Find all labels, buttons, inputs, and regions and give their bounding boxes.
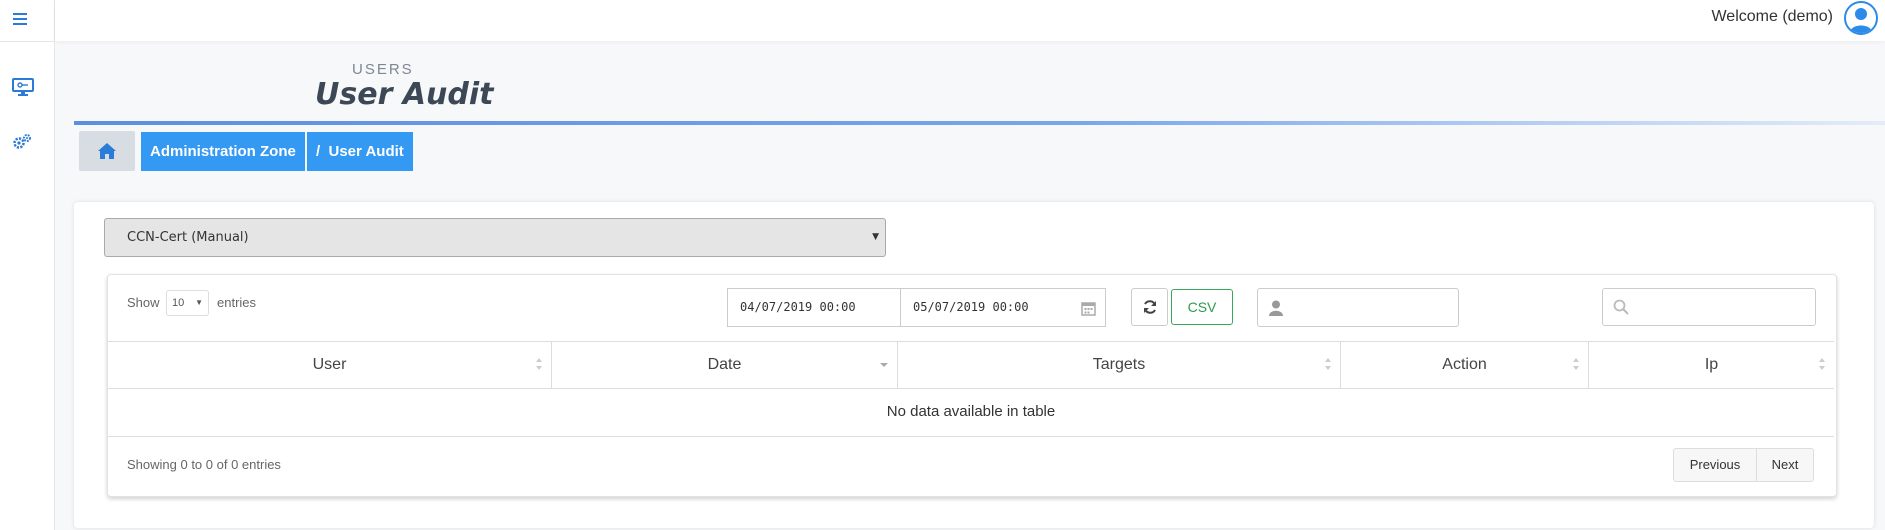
pagination: Previous Next: [1673, 448, 1814, 482]
home-icon: [98, 143, 116, 159]
refresh-button[interactable]: [1131, 288, 1168, 326]
sort-icon: [1573, 358, 1579, 370]
csv-export-button[interactable]: CSV: [1171, 289, 1233, 325]
user-filter-input[interactable]: [1257, 288, 1459, 327]
hamburger-icon: [13, 13, 27, 25]
top-bar: Welcome (demo): [55, 0, 1885, 41]
caret-down-icon: ▼: [195, 298, 203, 307]
sidebar-item-monitoring[interactable]: [12, 78, 42, 102]
refresh-icon: [1144, 300, 1156, 314]
breadcrumb-user-audit[interactable]: / User Audit: [307, 132, 413, 171]
column-label: Ip: [1704, 356, 1719, 373]
page-kicker: USERS: [352, 61, 414, 78]
welcome-text: Welcome (demo): [1711, 8, 1833, 25]
page-length-value: 10: [172, 297, 185, 309]
breadcrumb-administration-zone[interactable]: Administration Zone: [141, 132, 305, 171]
column-header-date[interactable]: Date: [552, 342, 898, 388]
column-header-targets[interactable]: Targets: [898, 342, 1341, 388]
column-label: Action: [1442, 356, 1487, 373]
calendar-button[interactable]: [1071, 288, 1106, 327]
column-header-user[interactable]: User: [108, 342, 552, 388]
entries-label: entries: [217, 295, 257, 310]
previous-page-button[interactable]: Previous: [1674, 449, 1757, 481]
sidebar-item-settings[interactable]: [12, 133, 42, 157]
search-icon: [1613, 299, 1629, 315]
caret-down-icon: ▼: [872, 232, 879, 242]
page-length-select[interactable]: 10 ▼: [166, 290, 209, 316]
table-header: User Date Targets Action Ip: [108, 341, 1834, 389]
menu-toggle-button[interactable]: [0, 0, 54, 42]
column-header-action[interactable]: Action: [1341, 342, 1589, 388]
sidebar: [0, 0, 55, 530]
column-label: Targets: [1092, 356, 1146, 373]
source-select[interactable]: CCN-Cert (Manual) ▼: [104, 218, 886, 257]
user-icon: [1269, 300, 1283, 316]
monitor-key-icon: [12, 78, 34, 96]
sort-icon: [1819, 358, 1825, 370]
user-icon: [1850, 8, 1872, 33]
calendar-icon: [1081, 302, 1096, 316]
column-label: Date: [707, 356, 742, 373]
breadcrumb-home[interactable]: [79, 131, 135, 171]
source-select-value: CCN-Cert (Manual): [127, 230, 249, 245]
search-input[interactable]: [1602, 288, 1816, 326]
title-divider: [74, 121, 1885, 125]
page-title: User Audit: [315, 77, 494, 112]
gears-icon: [13, 134, 31, 149]
column-label: User: [312, 356, 347, 373]
sort-desc-icon: [880, 363, 888, 367]
empty-table-message: No data available in table: [108, 387, 1834, 437]
table-info: Showing 0 to 0 of 0 entries: [127, 457, 281, 472]
sort-icon: [1325, 358, 1331, 370]
next-page-button[interactable]: Next: [1757, 449, 1813, 481]
column-header-ip[interactable]: Ip: [1589, 342, 1834, 388]
sort-icon: [536, 358, 542, 370]
date-from-input[interactable]: 04/07/2019 00:00: [727, 288, 901, 327]
show-label: Show: [127, 295, 160, 310]
user-avatar[interactable]: [1844, 1, 1878, 35]
date-to-input[interactable]: 05/07/2019 00:00: [900, 288, 1072, 327]
